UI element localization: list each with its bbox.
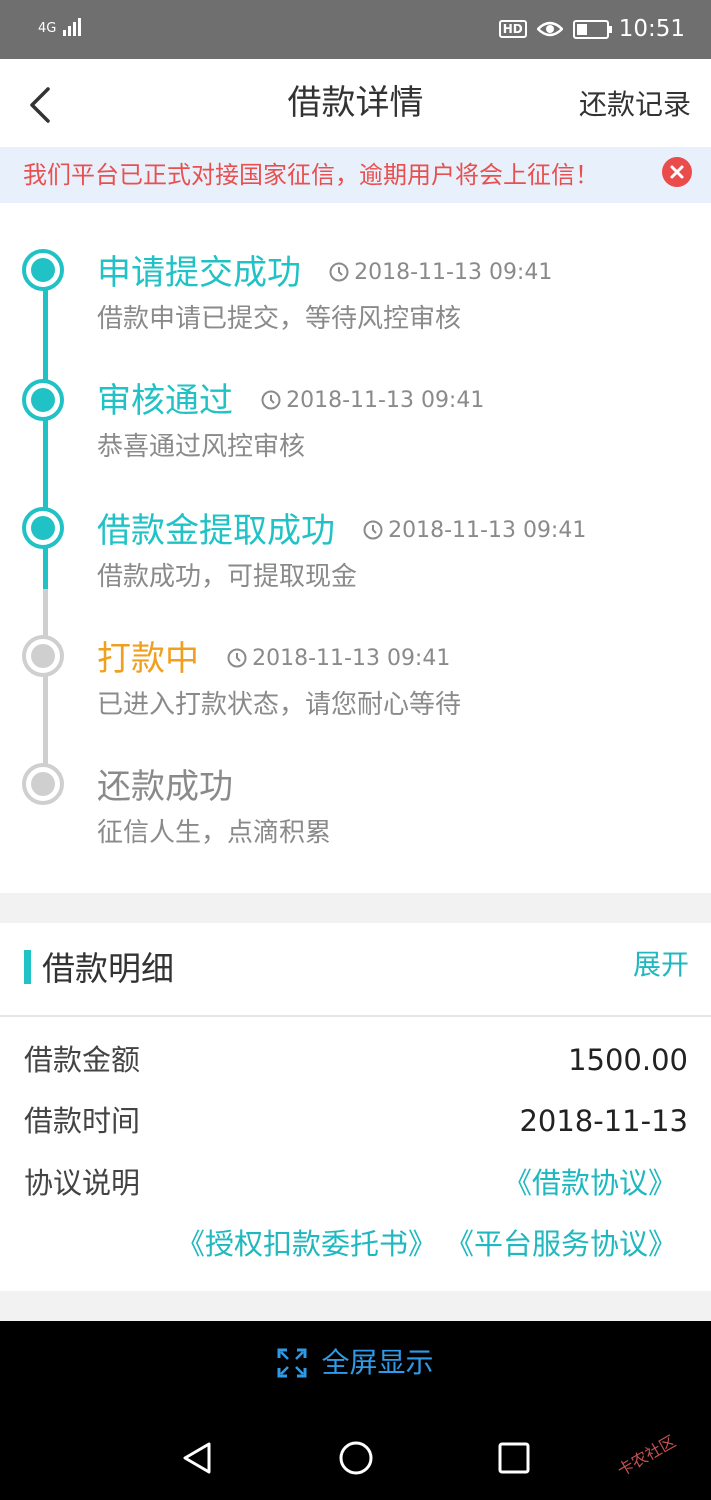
step-node-done [22,507,64,549]
clock-icon [227,648,247,668]
authorization-link[interactable]: 《授权扣款委托书》 [176,1224,437,1264]
section-title: 借款明细 [42,949,174,988]
timeline-step: 借款金提取成功 2018-11-13 09:41 借款成功，可提取现金 [97,509,586,595]
step-time: 2018-11-13 09:41 [260,386,484,416]
step-title: 申请提交成功 [97,253,301,293]
step-time: 2018-11-13 09:41 [226,644,450,674]
home-circle-icon[interactable] [338,1440,374,1476]
signal-icon: 4G [38,16,85,36]
loan-amount-value: 1500.00 [568,1043,688,1077]
hd-badge: HD [498,20,527,38]
loan-detail-card: 借款明细 展开 借款金额 1500.00 借款时间 2018-11-13 协议说… [0,923,711,1291]
loan-date-label: 借款时间 [24,1104,141,1138]
step-title: 审核通过 [97,381,233,421]
eye-icon [536,21,563,37]
step-time: 2018-11-13 09:41 [328,258,552,288]
step-desc: 已进入打款状态，请您耐心等待 [97,690,462,720]
loan-amount-label: 借款金额 [24,1043,141,1077]
step-node-todo [22,763,64,805]
fullscreen-label: 全屏显示 [321,1346,434,1379]
step-title: 打款中 [97,639,199,679]
clock-icon [261,390,281,410]
step-time: 2018-11-13 09:41 [362,516,586,546]
timeline-step: 打款中 2018-11-13 09:41 已进入打款状态，请您耐心等待 [97,637,461,723]
step-desc: 借款申请已提交，等待风控审核 [97,304,462,334]
step-node-done [22,249,64,291]
step-title: 借款金提取成功 [97,511,335,551]
fullscreen-button[interactable]: 全屏显示 [0,1341,711,1385]
step-node-done [22,379,64,421]
nav-bar: 借款详情 还款记录 [0,59,711,147]
timeline-step: 申请提交成功 2018-11-13 09:41 借款申请已提交，等待风控审核 [97,251,552,337]
status-bar: 4G HD 10:51 [0,0,711,59]
watermark: 卡农社区 [614,1431,679,1480]
loan-progress-timeline: 申请提交成功 2018-11-13 09:41 借款申请已提交，等待风控审核 审… [0,203,711,893]
status-right: HD 10:51 [498,14,685,44]
section-accent-bar [24,950,31,984]
system-nav-bar: 卡农社区 [0,1405,711,1500]
step-title: 还款成功 [97,767,233,807]
repayment-records-link[interactable]: 还款记录 [579,85,691,125]
battery-icon [572,19,612,39]
agreement-links-row: 《授权扣款委托书》 《平台服务协议》 [176,1224,677,1264]
step-desc: 借款成功，可提取现金 [97,562,358,592]
loan-date-value: 2018-11-13 [519,1104,688,1138]
timeline-step: 还款成功 征信人生，点滴积累 [97,765,331,851]
notice-text: 我们平台已正式对接国家征信，逾期用户将会上征信！ [23,161,599,189]
credit-notice-banner: 我们平台已正式对接国家征信，逾期用户将会上征信！ [0,147,711,203]
step-desc: 恭喜通过风控审核 [97,432,306,462]
fullscreen-bar[interactable]: 全屏显示 [0,1321,711,1405]
step-node-pending [22,635,64,677]
clock-icon [329,262,349,282]
recents-square-icon[interactable] [498,1442,530,1474]
expand-icon [277,1348,307,1378]
loan-agreement-link[interactable]: 《借款协议》 [503,1163,677,1203]
clock: 10:51 [618,16,685,42]
divider [0,1015,711,1017]
timeline-step: 审核通过 2018-11-13 09:41 恭喜通过风控审核 [97,379,484,465]
agreement-label: 协议说明 [24,1166,141,1200]
close-circle-icon[interactable] [662,157,692,187]
clock-icon [363,520,383,540]
step-desc: 征信人生，点滴积累 [97,818,332,848]
service-agreement-link[interactable]: 《平台服务协议》 [445,1224,677,1264]
back-triangle-icon[interactable] [181,1441,213,1475]
network-type: 4G [38,21,57,36]
expand-button[interactable]: 展开 [633,945,689,985]
